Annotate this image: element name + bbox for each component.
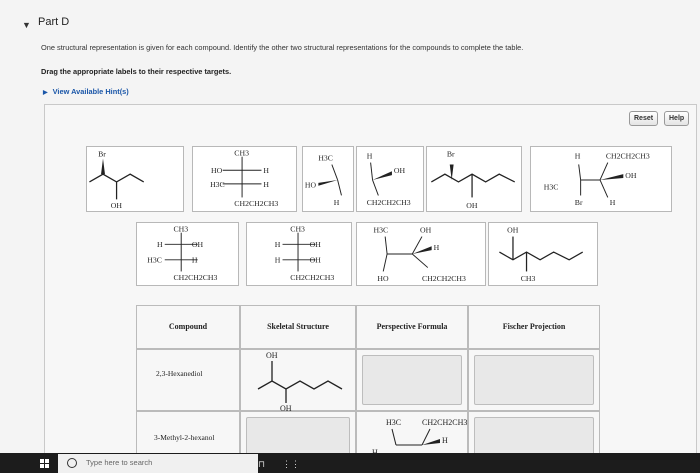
- h-label: H: [434, 243, 440, 252]
- task-view-icon[interactable]: ⊓: [258, 459, 265, 470]
- oh-label: OH: [420, 226, 432, 235]
- h-label: H: [367, 152, 373, 161]
- label-card-skeletal-br-oh[interactable]: Br OH: [86, 146, 184, 212]
- table-row: [136, 349, 240, 411]
- h-label: H: [610, 198, 616, 207]
- ch2ch2ch3-label: CH2CH2CH3: [173, 273, 217, 282]
- ch3-label: CH3: [290, 225, 305, 234]
- label-card-perspective-1[interactable]: H3C HO H: [302, 146, 354, 212]
- h-label: H: [192, 256, 198, 265]
- h-label: H: [334, 198, 340, 207]
- ch2ch2ch3-label: CH2CH2CH3: [422, 274, 466, 283]
- part-label: Part D: [38, 16, 70, 28]
- br-label: Br: [98, 150, 106, 159]
- help-button[interactable]: Help: [664, 111, 690, 126]
- label-card-fischer-3[interactable]: CH3 H OH H OH CH2CH2CH3: [246, 222, 352, 286]
- h3c-label: H3C: [318, 154, 333, 163]
- ch2ch2ch3-label: CH2CH2CH3: [606, 152, 650, 161]
- h-label: H: [263, 166, 269, 175]
- ch2ch2ch3-label: CH2CH2CH3: [422, 418, 467, 427]
- taskbar-search-box[interactable]: Type here to search: [58, 454, 258, 473]
- ho-label: HO: [211, 166, 223, 175]
- oh-label: OH: [310, 256, 322, 265]
- column-header-compound: Compound: [168, 322, 208, 331]
- br-label: Br: [447, 150, 455, 159]
- search-placeholder: Type here to search: [86, 458, 153, 467]
- ch3-label: CH3: [173, 225, 188, 234]
- ch2ch2ch3-label: CH2CH2CH3: [367, 198, 411, 207]
- br-label: Br: [575, 198, 583, 207]
- h-label: H: [263, 180, 269, 189]
- part-header[interactable]: ▼ Part D: [0, 0, 700, 40]
- h-label: H: [157, 240, 163, 249]
- compound-name: 2,3-Hexanediol: [156, 369, 203, 378]
- column-header-perspective: Perspective Formula: [376, 322, 448, 331]
- reset-button[interactable]: Reset: [629, 111, 659, 126]
- label-card-perspective-3[interactable]: H H3C Br CH2CH2CH3 OH H: [530, 146, 672, 212]
- h-label: H: [275, 240, 281, 249]
- h-label: H: [442, 436, 448, 445]
- label-card-fischer-2[interactable]: CH3 H OH H3C H CH2CH2CH3: [136, 222, 239, 286]
- h3c-label: H3C: [147, 256, 162, 265]
- cortana-circle-icon: [67, 458, 77, 468]
- label-card-perspective-2[interactable]: H OH CH2CH2CH3: [356, 146, 424, 212]
- oh-label: OH: [507, 226, 519, 235]
- label-card-skeletal-2[interactable]: Br OH: [426, 146, 522, 212]
- oh-label: OH: [192, 240, 204, 249]
- ch2ch2ch3-label: CH2CH2CH3: [290, 273, 334, 282]
- given-skeletal-structure: OH OH: [257, 351, 343, 411]
- h3c-label: H3C: [544, 183, 559, 192]
- h3c-label: H3C: [210, 180, 225, 189]
- taskbar-app-icon[interactable]: ⋮⋮: [282, 459, 300, 470]
- h-label: H: [275, 256, 281, 265]
- ch2ch2ch3-label: CH2CH2CH3: [234, 199, 278, 208]
- instruction-text: One structural representation is given f…: [41, 43, 524, 52]
- column-header-skeletal: Skeletal Structure: [267, 322, 329, 331]
- windows-start-icon[interactable]: [40, 459, 49, 468]
- ho-label: HO: [305, 181, 317, 190]
- drop-target-fischer-1[interactable]: [474, 355, 594, 405]
- column-header-fischer: Fischer Projection: [502, 322, 566, 331]
- hint-link-label: View Available Hint(s): [52, 87, 129, 96]
- expand-triangle-icon: ▶: [43, 90, 48, 96]
- oh-label: OH: [111, 201, 123, 210]
- ch3-label: CH3: [521, 274, 536, 283]
- ch3-label: CH3: [234, 149, 249, 158]
- h3c-label: H3C: [386, 418, 401, 427]
- oh-label: OH: [394, 166, 406, 175]
- oh-label: OH: [310, 240, 322, 249]
- drop-target-perspective-1[interactable]: [362, 355, 462, 405]
- oh-label: OH: [625, 171, 637, 180]
- label-card-perspective-4[interactable]: H3C OH HO H CH2CH2CH3: [356, 222, 486, 286]
- compound-name: 3-Methyl-2-hexanol: [154, 433, 215, 442]
- h-label: H: [575, 152, 581, 161]
- label-card-skeletal-3[interactable]: OH CH3: [488, 222, 598, 286]
- answer-table: Compound Skeletal Structure Perspective …: [136, 305, 600, 473]
- label-card-fischer-1[interactable]: CH3 HO H H3C H CH2CH2CH3: [192, 146, 297, 212]
- drag-instruction: Drag the appropriate labels to their res…: [41, 67, 232, 76]
- h3c-label: H3C: [374, 226, 389, 235]
- oh-label: OH: [280, 404, 292, 411]
- ho-label: HO: [377, 274, 389, 283]
- oh-label: OH: [266, 351, 278, 360]
- collapse-caret-icon[interactable]: ▼: [22, 20, 31, 30]
- oh-label: OH: [466, 201, 478, 210]
- hint-link[interactable]: ▶ View Available Hint(s): [43, 87, 129, 96]
